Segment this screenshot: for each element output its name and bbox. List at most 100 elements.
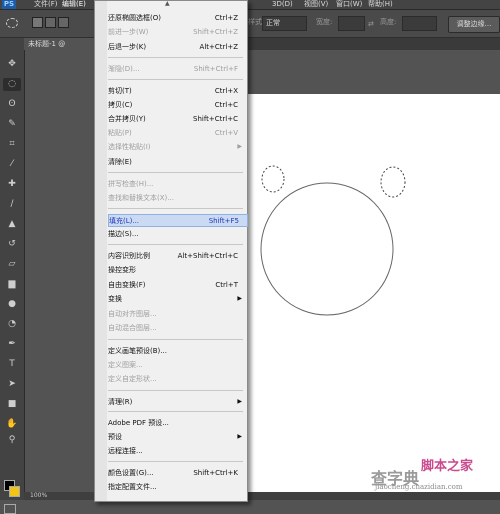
type-icon[interactable]: T — [3, 358, 21, 371]
edit-menu-dropdown: ▲ 还原椭圆选框(O) Ctrl+Z 前进一步(W) Shift+Ctrl+Z 后退一步… — [94, 0, 248, 502]
menu-3d[interactable]: 3D(D) — [272, 0, 293, 9]
menu-item-17[interactable]: 自由变换(F) Ctrl+T — [108, 279, 246, 291]
ellipse-marquee-preset-icon[interactable] — [6, 18, 18, 28]
document-canvas[interactable]: 查字典 脚本之家 jiaocheng.chazidian.com — [243, 94, 500, 492]
quick-select-icon[interactable]: ✎ — [3, 118, 21, 131]
menu-view[interactable]: 视图(V) — [304, 0, 328, 9]
menu-separator — [108, 339, 243, 340]
menu-item-label: 内容识别比例 — [108, 252, 150, 260]
menu-item-6[interactable]: 拷贝(C) Ctrl+C — [108, 99, 246, 111]
menu-item-18[interactable]: 变换 ▶ — [108, 293, 246, 305]
menu-item-label: 前进一步(W) — [108, 28, 149, 36]
menu-item-27[interactable]: 远程连接... — [108, 445, 246, 457]
menu-item-26[interactable]: 预设 ▶ — [108, 431, 246, 443]
menu-separator — [108, 79, 243, 80]
zoom-level[interactable]: 100% — [30, 492, 47, 500]
path-select-icon[interactable]: ➤ — [3, 378, 21, 391]
menu-item-shortcut: Ctrl+T — [215, 281, 238, 289]
right-ear-selection — [380, 166, 406, 198]
eraser-icon[interactable]: ▱ — [3, 258, 21, 271]
submenu-arrow-icon: ▶ — [237, 295, 242, 302]
lasso-icon[interactable]: ʘ — [3, 98, 21, 111]
heal-icon[interactable]: ✚ — [3, 178, 21, 191]
add-selection-icon[interactable] — [45, 17, 56, 28]
menu-item-label: 渐隐(D)... — [108, 65, 140, 73]
menu-item-shortcut: Shift+Ctrl+Z — [193, 28, 238, 36]
menu-item-11: 拼写检查(H)... — [108, 178, 246, 190]
style-select[interactable]: 正常 — [262, 16, 307, 31]
menu-item-label: 选择性粘贴(I) — [108, 143, 151, 151]
stamp-icon[interactable]: ▲ — [3, 218, 21, 231]
eyedropper-icon[interactable]: ⁄ — [3, 158, 21, 171]
menu-item-shortcut: Shift+Ctrl+K — [193, 469, 238, 477]
hand-icon[interactable]: ✋ — [3, 418, 21, 431]
menu-item-label: 拼写检查(H)... — [108, 180, 154, 188]
blur-icon[interactable]: ● — [3, 298, 21, 311]
menu-item-label: 远程连接... — [108, 447, 143, 455]
zoom-icon[interactable]: ⚲ — [3, 434, 21, 447]
new-selection-icon[interactable] — [32, 17, 43, 28]
menu-item-25-adobe-pdf[interactable]: Adobe PDF 预设... — [108, 417, 246, 429]
width-field[interactable] — [338, 16, 365, 31]
brush-icon[interactable]: ∕ — [3, 198, 21, 211]
document-tab[interactable]: 未标题-1 @ — [24, 38, 98, 50]
subtract-selection-icon[interactable] — [58, 17, 69, 28]
menu-item-label: 剪切(T) — [108, 87, 132, 95]
menu-item-20: 自动混合图层... — [108, 322, 246, 334]
menu-separator — [108, 461, 243, 462]
menu-item-12: 查找和替换文本(X)... — [108, 192, 246, 204]
menu-item-label: 变换 — [108, 295, 122, 303]
move-icon[interactable]: ✥ — [3, 58, 21, 71]
menu-separator — [108, 208, 243, 209]
background-color-swatch[interactable] — [9, 486, 20, 497]
menu-item-label: 后退一步(K) — [108, 43, 147, 51]
marquee-icon[interactable]: ◌ — [3, 78, 21, 91]
menu-item-16[interactable]: 操控变形 — [108, 264, 246, 276]
menu-item-15[interactable]: 内容识别比例 Alt+Shift+Ctrl+C — [108, 250, 246, 262]
menu-item-14[interactable]: 描边(S)... — [108, 228, 246, 240]
menu-item-2: 前进一步(W) Shift+Ctrl+Z — [108, 26, 246, 38]
menu-edit[interactable]: 编辑(E) — [62, 0, 86, 9]
dodge-icon[interactable]: ◔ — [3, 318, 21, 331]
crop-icon[interactable]: ⌗ — [3, 138, 21, 151]
menu-item-label: 自动对齐图层... — [108, 310, 157, 318]
width-label: 宽度: — [316, 18, 333, 26]
history-brush-icon[interactable]: ↺ — [3, 238, 21, 251]
swap-icon[interactable]: ⇄ — [368, 20, 374, 28]
menu-item-shortcut: Ctrl+Z — [214, 14, 238, 22]
menu-item-shortcut: Alt+Ctrl+Z — [199, 43, 238, 51]
menu-item-label: 颜色设置(G)... — [108, 469, 154, 477]
menu-item-label: 还原椭圆选框(O) — [108, 14, 161, 22]
canvas-artwork — [260, 165, 406, 316]
height-label: 高度: — [380, 18, 397, 26]
menu-item-label: 填充(L)... — [109, 217, 140, 225]
menu-item-label: 拷贝(C) — [108, 101, 133, 109]
gradient-icon[interactable]: ▆ — [3, 278, 21, 291]
menu-item-5[interactable]: 剪切(T) Ctrl+X — [108, 85, 246, 97]
submenu-arrow-icon: ▶ — [237, 433, 242, 440]
pen-icon[interactable]: ✒ — [3, 338, 21, 351]
shape-icon[interactable]: ■ — [3, 398, 21, 411]
menu-item-shortcut: Shift+F5 — [208, 217, 239, 225]
scroll-up-arrow-icon[interactable]: ▲ — [165, 1, 170, 7]
head-circle — [260, 182, 394, 316]
menu-item-7[interactable]: 合并拷贝(Y) Shift+Ctrl+C — [108, 113, 246, 125]
menu-window[interactable]: 窗口(W) — [336, 0, 362, 9]
menu-item-28[interactable]: 颜色设置(G)... Shift+Ctrl+K — [108, 467, 246, 479]
menu-file[interactable]: 文件(F) — [34, 0, 58, 9]
menu-help[interactable]: 帮助(H) — [368, 0, 393, 9]
menu-item-29[interactable]: 指定配置文件... — [108, 481, 246, 493]
menu-item-24[interactable]: 清理(R) ▶ — [108, 396, 246, 408]
submenu-arrow-icon: ▶ — [237, 398, 242, 405]
height-field[interactable] — [402, 16, 437, 31]
refine-edge-button[interactable]: 调整边缘... — [448, 16, 500, 33]
menu-item-21[interactable]: 定义画笔预设(B)... — [108, 345, 246, 357]
quick-mask-icon[interactable] — [4, 504, 16, 514]
menu-item-23: 定义自定形状... — [108, 373, 246, 385]
menu-item-22: 定义图案... — [108, 359, 246, 371]
menu-item-3[interactable]: 后退一步(K) Alt+Ctrl+Z — [108, 41, 246, 53]
menu-item-13[interactable]: 填充(L)... Shift+F5 — [108, 214, 248, 227]
menu-item-label: 自由变换(F) — [108, 281, 146, 289]
menu-item-10[interactable]: 清除(E) — [108, 156, 246, 168]
menu-item-1[interactable]: 还原椭圆选框(O) Ctrl+Z — [108, 12, 246, 24]
